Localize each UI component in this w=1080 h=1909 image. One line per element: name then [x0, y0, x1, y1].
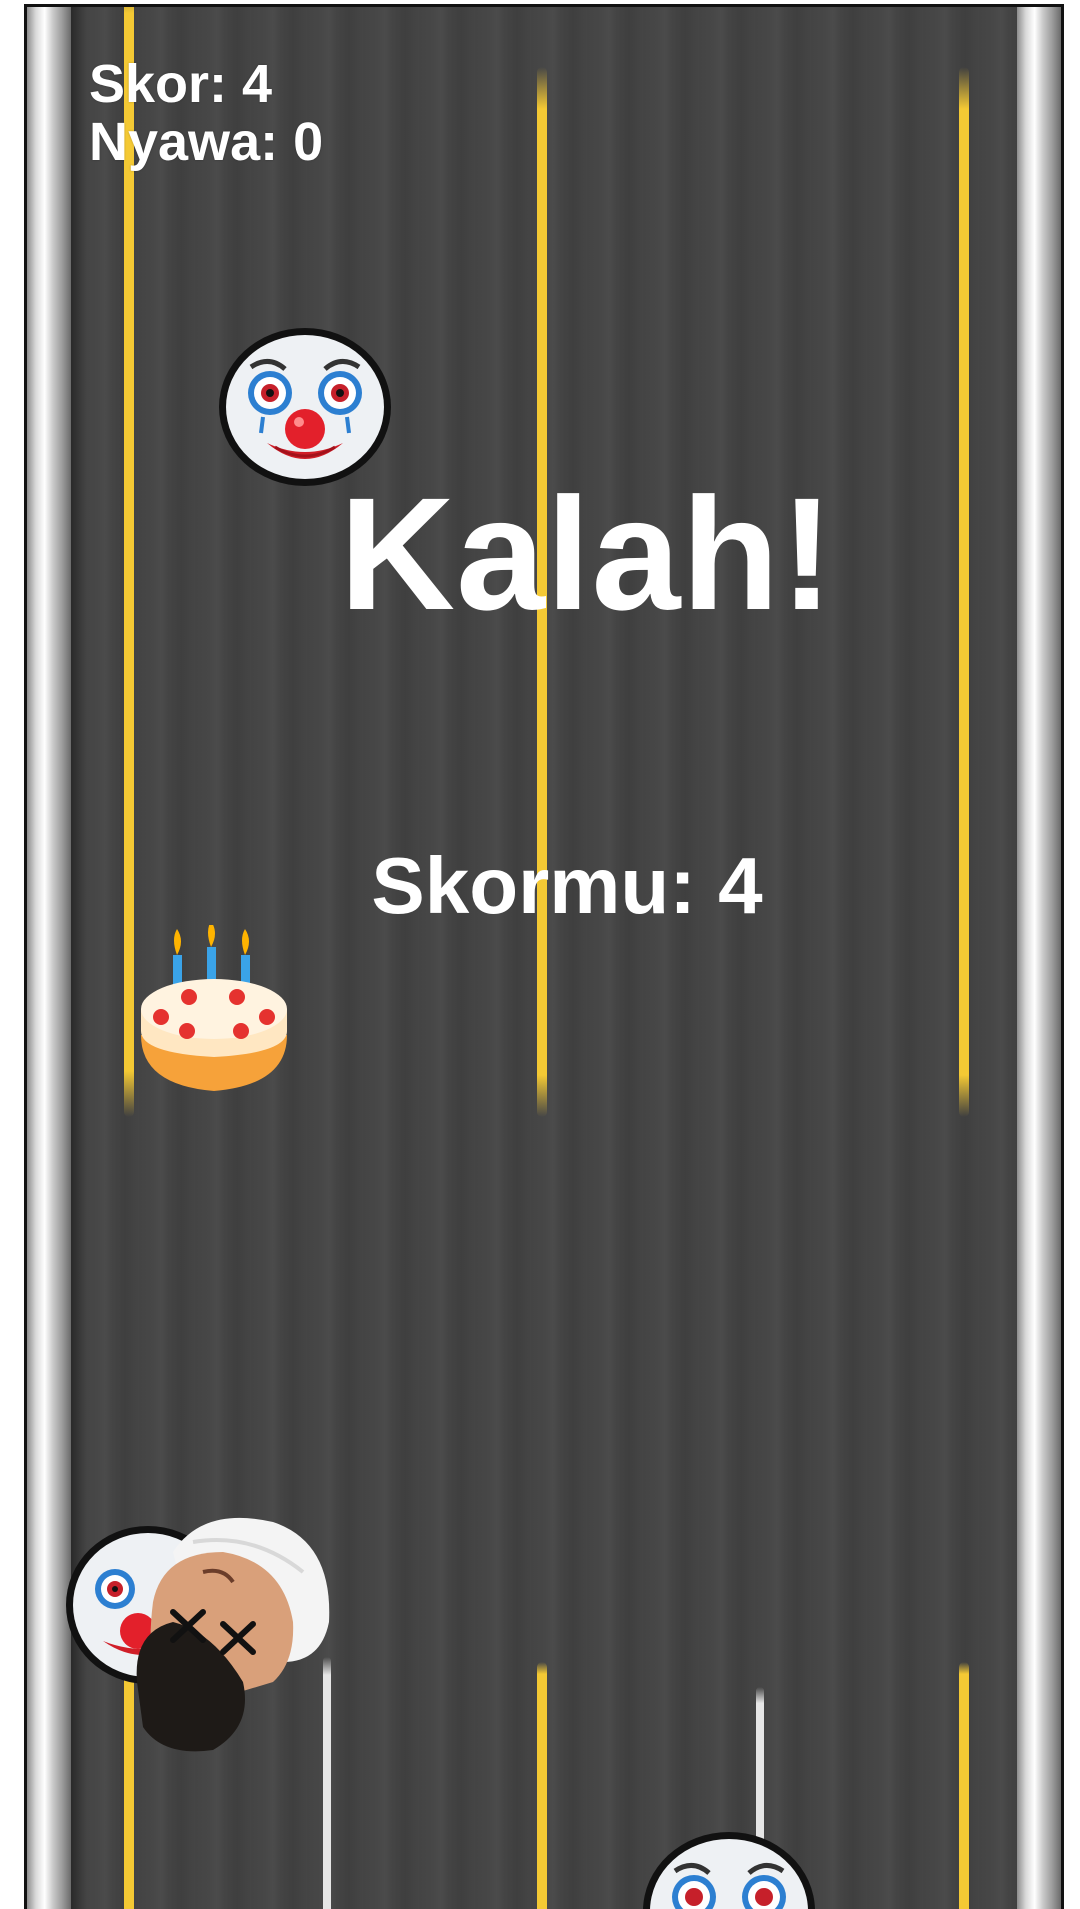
- final-score-label: Skormu: 4: [371, 841, 763, 930]
- right-guardrail: [1017, 7, 1061, 1909]
- lives-label: Nyawa: 0: [89, 112, 324, 172]
- birthday-cake-icon: [141, 925, 287, 1091]
- clown-face-icon: [643, 1832, 815, 1909]
- lane-line-yellow: [537, 1662, 547, 1909]
- player-face-dead-icon: [136, 1517, 330, 1752]
- hud: Skor: 4 Nyawa: 0: [89, 55, 323, 171]
- lane-line-yellow: [959, 1662, 969, 1909]
- score-label: Skor: 4: [89, 54, 273, 114]
- game-over-title: Kalah!: [339, 464, 835, 643]
- game-canvas[interactable]: Skor: 4 Nyawa: 0 Kalah! Skormu: 4: [24, 4, 1064, 1909]
